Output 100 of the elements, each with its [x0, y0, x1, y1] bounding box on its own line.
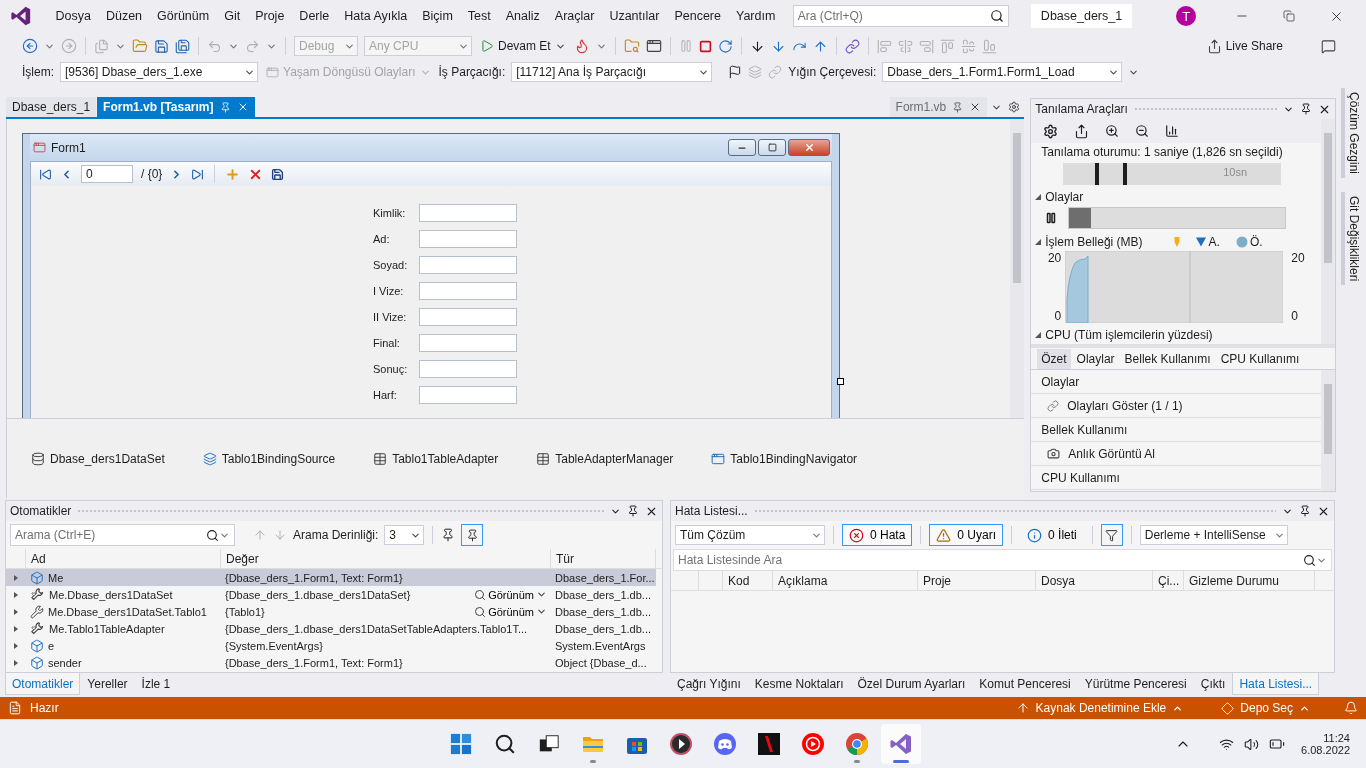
expand-icon[interactable] — [14, 574, 18, 581]
menu-item[interactable]: Derle — [291, 9, 337, 23]
back-icon[interactable] — [22, 38, 38, 54]
column-header[interactable]: Çi... — [1153, 571, 1184, 590]
text-field[interactable] — [419, 230, 517, 248]
column-header[interactable]: Ad — [26, 549, 221, 568]
output-icon[interactable] — [8, 701, 22, 715]
component-name[interactable]: Dbase_ders1DataSet — [50, 451, 165, 466]
action-link[interactable]: Anlık Görüntü Al — [1068, 446, 1155, 461]
app-logo-icon[interactable] — [889, 732, 913, 756]
column-header[interactable]: Değer — [221, 549, 551, 568]
clock[interactable]: 11:24 6.08.2022 — [1301, 732, 1350, 756]
column-header[interactable]: Proje — [918, 571, 1036, 590]
expand-icon[interactable] — [14, 642, 18, 649]
volume-icon[interactable] — [1244, 736, 1260, 752]
app-logo-icon[interactable] — [10, 5, 32, 27]
folder-icon[interactable] — [132, 38, 148, 54]
filter-button[interactable]: 0 Uyarı — [929, 524, 1004, 546]
search-field[interactable]: Ara (Ctrl+Q) — [793, 6, 990, 26]
text-field[interactable] — [419, 282, 517, 300]
position-field[interactable]: 0 — [82, 166, 132, 182]
panel-tab[interactable]: Otomatikler — [5, 673, 81, 695]
column-header[interactable]: Tür — [551, 549, 656, 568]
zoom-out-icon[interactable] — [1135, 124, 1150, 138]
section-heading[interactable]: Olaylar — [1045, 190, 1084, 204]
pin-icon[interactable] — [441, 528, 456, 542]
summary-tab[interactable]: Olaylar — [1072, 348, 1119, 369]
form-window[interactable]: Form1 0 / {0} Kimlik: Ad: Soyad: I Vize: II Vize: Final: Sonuç: Harf: — [22, 133, 840, 418]
panel-tab[interactable]: İzle 1 — [134, 673, 178, 695]
depth-dropdown[interactable]: 3 — [384, 525, 425, 545]
search-box[interactable]: Arama (Ctrl+E) — [10, 524, 235, 546]
account-avatar[interactable]: T — [1176, 6, 1197, 26]
chart-icon[interactable] — [1165, 124, 1180, 138]
variable-row[interactable]: Me.Tablo1TableAdapter {Dbase_ders_1.dbase_ders1DataSetTableAdapters.Tablo1T... Dbase_ders_1.db... — [6, 620, 656, 637]
variable-row[interactable]: Me.Dbase_ders1DataSet {Dbase_ders_1.dbase_ders1DataSet} Görünüm Dbase_ders_1.db... — [6, 586, 656, 603]
side-tab[interactable]: Git Değişiklikleri — [1341, 192, 1362, 286]
menu-item[interactable]: Araçlar — [547, 9, 602, 23]
action-link[interactable]: Olayları Göster (1 / 1) — [1067, 398, 1183, 413]
visualizer-button[interactable]: Görünüm — [470, 605, 551, 618]
variable-row[interactable]: sender {Dbase_ders_1.Form1, Text: Form1} Object {Dbase_d... — [6, 654, 656, 671]
panel-tab[interactable]: Çağrı Yığını — [670, 673, 748, 695]
summary-tab[interactable]: CPU Kullanımı — [1216, 348, 1304, 369]
restart-icon[interactable] — [717, 38, 733, 54]
variable-row[interactable]: e {System.EventArgs} System.EventArgs — [6, 637, 656, 654]
visualizer-button[interactable]: Görünüm — [470, 588, 551, 601]
search-icon[interactable] — [989, 9, 1004, 23]
side-tab[interactable]: Çözüm Gezgini — [1341, 88, 1362, 179]
summary-tab[interactable]: Bellek Kullanımı — [1120, 348, 1215, 369]
variable-row[interactable]: Me {Dbase_ders_1.Form1, Text: Form1} Dbase_ders_1.For... — [6, 569, 656, 586]
toggle-button[interactable] — [461, 524, 484, 546]
last-icon[interactable] — [191, 167, 205, 181]
pin-icon[interactable] — [1299, 505, 1311, 517]
scrollbar[interactable] — [1010, 119, 1025, 418]
pin-icon[interactable] — [627, 505, 639, 517]
panel-tab[interactable]: Yürütme Penceresi — [1077, 673, 1194, 695]
variable-row[interactable]: Me.Dbase_ders1DataSet.Tablo1 {Tablo1} Görünüm Dbase_ders_1.db... — [6, 603, 656, 620]
panel-tab[interactable]: Komut Penceresi — [972, 673, 1078, 695]
filter-toggle-button[interactable] — [1100, 524, 1123, 546]
notification-icon[interactable] — [1344, 701, 1358, 715]
column-header[interactable]: Açıklama — [773, 571, 918, 590]
stack-frame-dropdown[interactable]: Dbase_ders_1.Form1.Form1_Load — [882, 62, 1123, 82]
search-box[interactable]: Ara (Ctrl+Q) — [792, 5, 1009, 27]
resize-handle[interactable] — [837, 378, 844, 385]
folder-search-icon[interactable] — [623, 38, 640, 54]
pin-icon[interactable] — [1300, 103, 1313, 115]
menu-item[interactable]: Uzantılar — [601, 9, 667, 23]
document-tab[interactable]: Dbase_ders_1 — [6, 97, 97, 117]
thread-dropdown[interactable]: [11712] Ana İş Parçacığı — [511, 62, 713, 82]
text-field[interactable] — [419, 256, 517, 274]
search-icon[interactable] — [1303, 553, 1316, 567]
column-header[interactable]: Kod — [723, 571, 773, 590]
source-control-button[interactable]: Kaynak Denetimine Ekle — [1011, 701, 1188, 715]
scope-dropdown[interactable]: Tüm Çözüm — [675, 525, 825, 545]
menu-item[interactable]: Analiz — [498, 9, 548, 23]
window-icon[interactable] — [645, 38, 662, 54]
column-header[interactable]: Gizleme Durumu — [1184, 571, 1315, 590]
menu-item[interactable]: Git — [216, 9, 248, 23]
battery-icon[interactable] — [1269, 736, 1286, 752]
section-heading[interactable]: İşlem Belleği (MB) — [1045, 235, 1143, 249]
expand-icon[interactable] — [14, 608, 18, 615]
text-field[interactable] — [419, 204, 517, 222]
component-name[interactable]: Tablo1TableAdapter — [392, 451, 499, 466]
text-field[interactable] — [419, 308, 517, 326]
step-out-icon[interactable] — [812, 38, 828, 54]
play-icon[interactable] — [669, 732, 693, 756]
start-icon[interactable] — [450, 733, 472, 755]
menu-item[interactable]: Görünüm — [149, 9, 217, 23]
panel-tab[interactable]: Özel Durum Ayarları — [850, 673, 973, 695]
maximize-button[interactable] — [758, 139, 786, 156]
search-icon[interactable] — [206, 528, 219, 542]
menu-item[interactable]: Yardım — [728, 9, 783, 23]
menu-item[interactable]: Dosya — [48, 9, 99, 23]
stop-icon[interactable] — [698, 39, 712, 53]
text-field[interactable] — [419, 386, 517, 404]
save-all-icon[interactable] — [175, 38, 190, 54]
component-name[interactable]: TableAdapterManager — [555, 451, 674, 466]
summary-tab[interactable]: Özet — [1037, 348, 1071, 369]
menu-item[interactable]: Proje — [247, 9, 292, 23]
source-dropdown[interactable]: Derleme + IntelliSense — [1139, 525, 1288, 545]
save-icon[interactable] — [271, 167, 285, 181]
